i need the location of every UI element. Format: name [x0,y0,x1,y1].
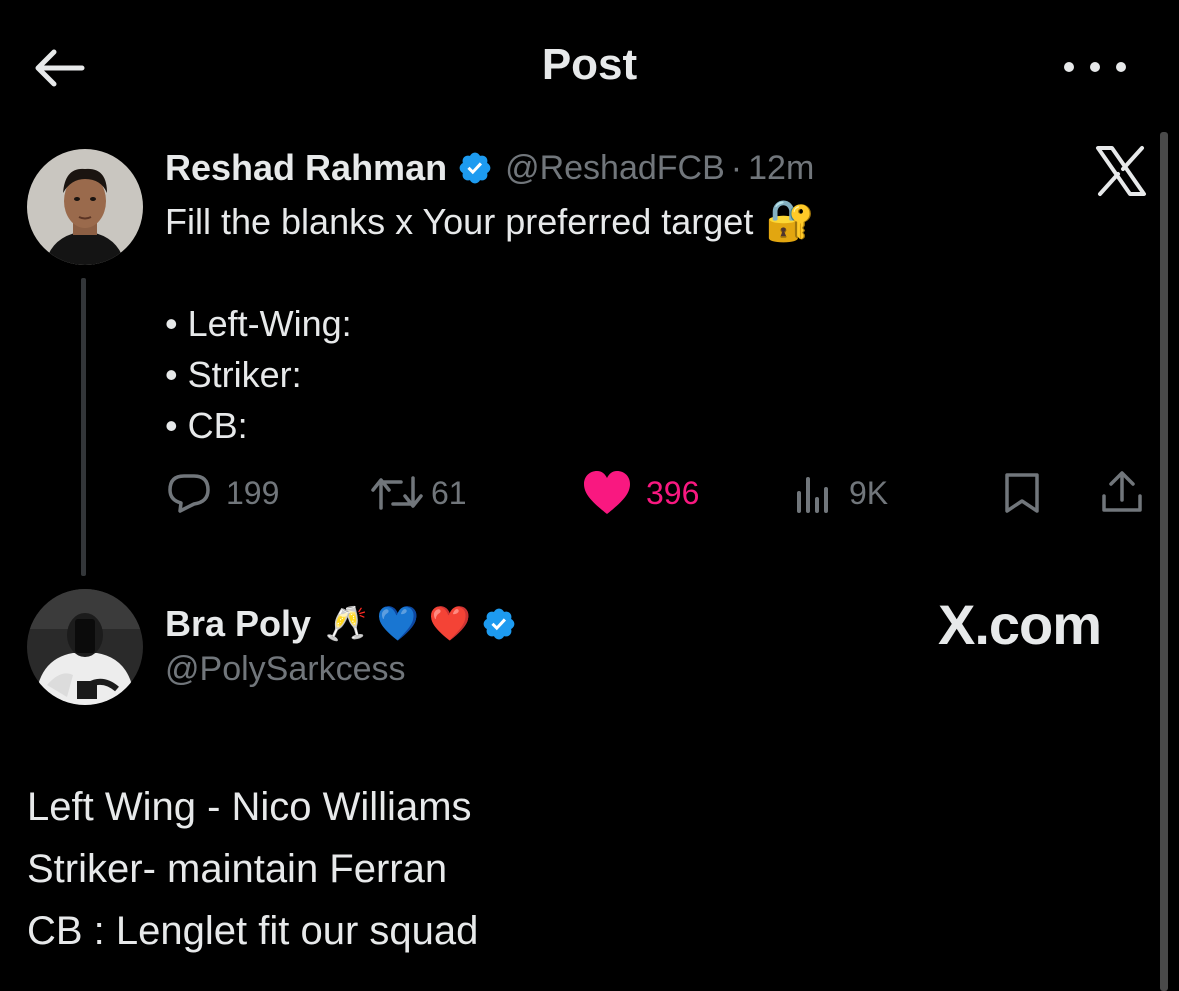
profile-photo [27,589,143,705]
scrollbar[interactable] [1160,132,1168,991]
avatar[interactable] [27,589,143,705]
tweet-header: Reshad Rahman @ReshadFCB · 12m [165,144,814,192]
tweet-line: • CB: [165,405,248,446]
tweet-line: Fill the blanks x Your preferred target … [165,196,815,247]
repost-icon [371,476,423,510]
share-icon [1102,471,1142,512]
author-handle[interactable]: @ReshadFCB [505,149,725,188]
like-count: 396 [646,474,700,511]
views-count: 9K [849,474,889,511]
verified-badge-icon [459,152,491,184]
bookmark-icon [1005,473,1039,513]
x-com-watermark: X.com [938,593,1102,656]
reply-button[interactable]: 199 [166,470,279,516]
views-chart-icon [797,477,828,513]
repost-count: 61 [431,474,467,511]
tweet-line: CB : Lenglet fit our squad [27,909,479,953]
author-name[interactable]: Bra Poly [165,603,311,645]
name-emojis: 🥂 💙 ❤️ [325,605,471,643]
tweet-text: Fill the blanks x Your preferred target … [165,196,815,451]
tweet-line: • Left-Wing: [165,303,352,344]
heart-filled-icon [584,471,630,514]
views-button[interactable]: 9K [795,470,888,516]
dot-separator: · [730,148,743,187]
tweet-line [165,247,815,298]
verified-badge-icon [483,608,515,640]
more-options-button[interactable] [1064,54,1126,80]
tweet-line: Striker- maintain Ferran [27,847,448,891]
author-name[interactable]: Reshad Rahman [165,147,447,189]
timestamp[interactable]: 12m [748,149,814,188]
more-dot-icon [1116,62,1126,72]
like-button[interactable]: 396 [582,470,699,516]
bookmark-button[interactable] [1001,470,1043,516]
tweet-header: Bra Poly 🥂 💙 ❤️ [165,600,529,648]
thread-connector-line [81,278,86,576]
more-dot-icon [1064,62,1074,72]
share-button[interactable] [1099,470,1145,516]
author-handle[interactable]: @PolySarkcess [165,650,405,689]
tweet-line: • Striker: [165,354,302,395]
tweet-line: Left Wing - Nico Williams [27,785,472,829]
reply-icon [168,474,210,513]
lock-with-key-emoji: 🔐 [765,199,816,243]
reply-count: 199 [226,474,280,511]
page-title: Post [541,40,638,89]
avatar[interactable] [27,149,143,265]
x-logo-icon [1094,145,1148,197]
more-dot-icon [1090,62,1100,72]
repost-button[interactable]: 61 [369,470,467,516]
tweet-text: Left Wing - Nico Williams Striker- maint… [27,776,478,962]
profile-photo [27,149,143,265]
